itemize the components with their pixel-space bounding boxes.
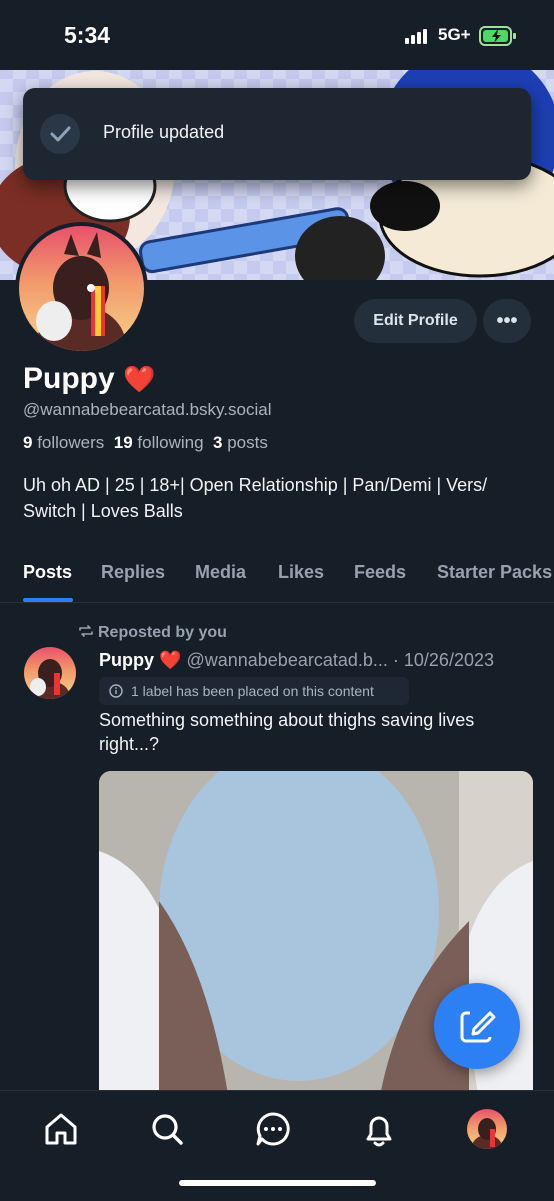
post-text-line: Something something about thighs saving …: [99, 710, 475, 730]
repost-label: Reposted by you: [98, 624, 227, 641]
search-icon[interactable]: [147, 1109, 187, 1149]
post-author-avatar[interactable]: [24, 647, 76, 699]
display-name-text: Puppy: [23, 362, 115, 395]
tab-feeds[interactable]: Feeds: [354, 562, 406, 583]
toast-text: Profile updated: [103, 122, 225, 142]
profile-tabs: Posts Replies Media Likes Feeds Starter …: [0, 550, 554, 603]
profile-tab-avatar[interactable]: [467, 1109, 507, 1149]
info-icon: [109, 684, 123, 698]
post-author-handle[interactable]: @wannabebearcatad.b...: [186, 650, 387, 670]
bio-line: Switch | Loves Balls: [23, 501, 183, 521]
tab-replies[interactable]: Replies: [101, 562, 165, 583]
posts-stat: 3 posts: [213, 433, 268, 452]
followers-stat[interactable]: 9 followers: [23, 433, 104, 452]
chat-icon[interactable]: [253, 1109, 293, 1149]
status-bar: 5:34 5G+: [0, 0, 554, 70]
post-text: Something something about thighs saving …: [99, 708, 529, 756]
bell-icon[interactable]: [359, 1109, 399, 1149]
compose-icon: [460, 1007, 496, 1043]
signal-icon: [405, 29, 427, 44]
repost-icon: [79, 625, 93, 637]
tab-likes[interactable]: Likes: [278, 562, 324, 583]
tab-starter-packs[interactable]: Starter Packs: [437, 562, 552, 583]
content-label-notice[interactable]: 1 label has been placed on this content: [99, 677, 409, 705]
tab-media[interactable]: Media: [195, 562, 246, 583]
display-name: Puppy ❤️: [23, 362, 155, 396]
battery-icon: [479, 26, 516, 46]
active-tab-indicator: [23, 598, 73, 602]
profile-stats: 9 followers 19 following 3 posts: [23, 433, 268, 453]
avatar-image: [19, 226, 144, 351]
profile-bio: Uh oh AD | 25 | 18+| Open Relationship |…: [23, 472, 533, 524]
label-notice-text: 1 label has been placed on this content: [131, 683, 374, 699]
home-indicator: [179, 1180, 376, 1186]
heart-emoji: ❤️: [123, 364, 156, 394]
repost-indicator[interactable]: Reposted by you: [78, 624, 227, 642]
post-date: · 10/26/2023: [392, 650, 494, 670]
post-text-line: right...?: [99, 734, 160, 754]
network-type: 5G+: [438, 25, 471, 44]
profile-avatar[interactable]: [15, 222, 148, 355]
post-author-name[interactable]: Puppy: [99, 650, 154, 670]
tab-posts[interactable]: Posts: [23, 562, 72, 583]
bio-line: Uh oh AD | 25 | 18+| Open Relationship |…: [23, 475, 488, 495]
toast-notification: Profile updated: [23, 88, 531, 180]
home-icon[interactable]: [41, 1109, 81, 1149]
more-options-button[interactable]: •••: [483, 299, 531, 343]
following-stat[interactable]: 19 following: [114, 433, 204, 452]
post-header: Puppy ❤️ @wannabebearcatad.b... · 10/26/…: [99, 650, 494, 671]
compose-button[interactable]: [434, 983, 520, 1069]
status-time: 5:34: [64, 22, 111, 48]
edit-profile-button[interactable]: Edit Profile: [354, 299, 477, 343]
profile-handle: @wannabebearcatad.bsky.social: [23, 400, 272, 419]
check-icon: [40, 114, 80, 154]
heart-emoji: ❤️: [159, 650, 182, 670]
